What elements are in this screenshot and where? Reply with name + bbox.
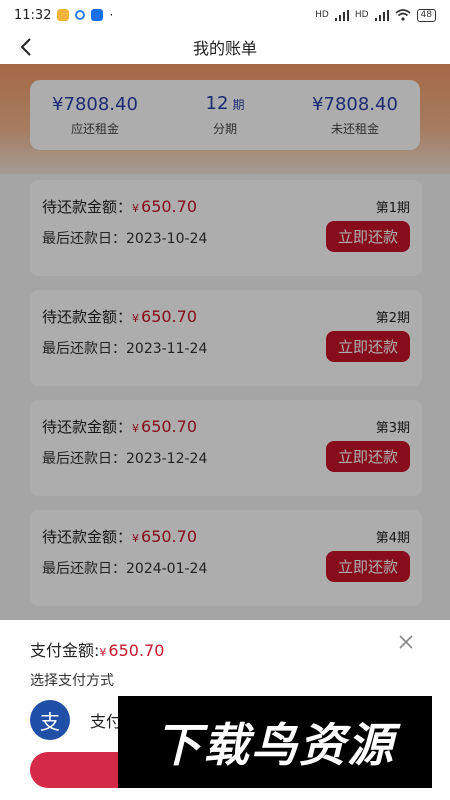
nav-bar: 我的账单 bbox=[0, 30, 450, 64]
payment-amount-label: 支付金额: bbox=[30, 641, 100, 660]
currency-symbol: ¥ bbox=[99, 646, 107, 659]
notification-app-icon bbox=[91, 9, 104, 21]
alipay-icon: 支 bbox=[30, 700, 70, 740]
close-icon bbox=[399, 635, 413, 649]
page-title: 我的账单 bbox=[192, 39, 257, 58]
status-time: 11:32 bbox=[14, 7, 52, 23]
watermark-text: 下载鸟资源 bbox=[155, 718, 395, 772]
signal-bars-icon bbox=[374, 9, 389, 21]
close-button[interactable] bbox=[395, 631, 417, 653]
status-right: HD HD 48 bbox=[315, 8, 436, 22]
chevron-left-icon bbox=[20, 38, 31, 56]
signal-icon: HD bbox=[354, 10, 369, 20]
status-bar: 11:32 · HD HD 48 bbox=[0, 0, 450, 30]
watermark-logo: 下载鸟资源 bbox=[118, 696, 432, 788]
signal-icon: HD bbox=[315, 10, 329, 20]
notification-app-icon bbox=[57, 9, 70, 21]
payment-method-title: 选择支付方式 bbox=[30, 673, 114, 689]
wifi-icon bbox=[395, 9, 411, 21]
battery-icon: 48 bbox=[416, 8, 436, 22]
payment-amount: 650.70 bbox=[108, 641, 165, 660]
more-notifications-dot-icon: · bbox=[109, 8, 114, 22]
back-button[interactable] bbox=[14, 35, 38, 59]
notification-app-icon bbox=[75, 10, 86, 20]
status-left: 11:32 · bbox=[14, 8, 113, 23]
signal-bars-icon bbox=[334, 9, 349, 21]
payment-amount-line: 支付金额:¥ 650.70 bbox=[30, 637, 164, 661]
